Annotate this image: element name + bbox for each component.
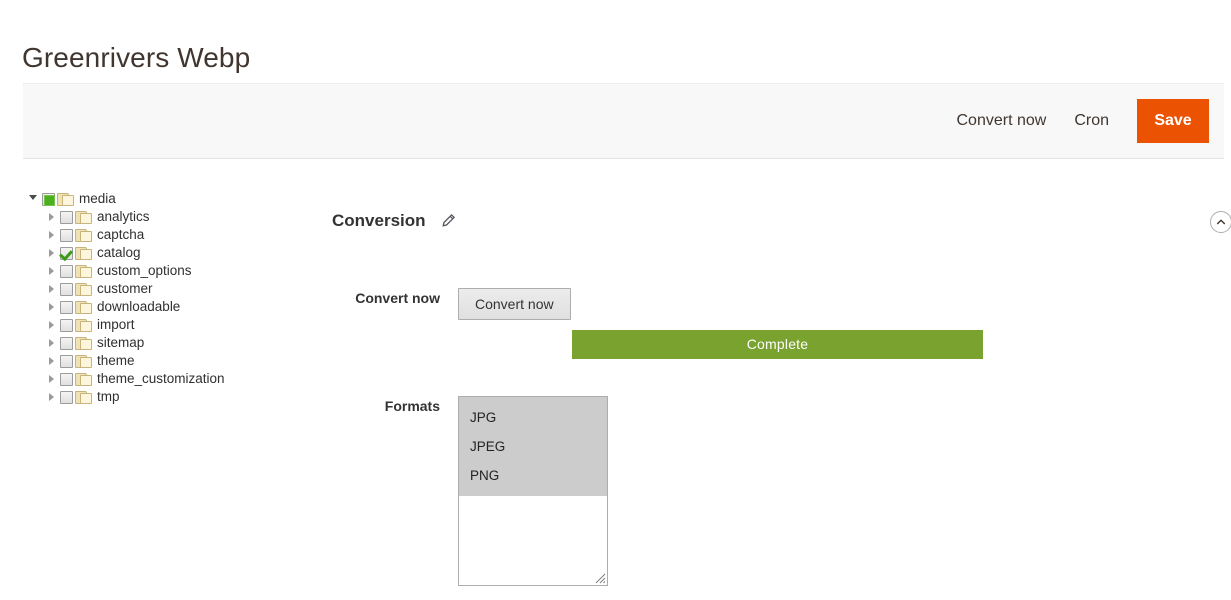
cron-button[interactable]: Cron [1060,111,1123,131]
convert-now-field-row: Convert now Convert now [273,288,571,320]
tree-checkbox[interactable] [60,228,73,242]
page-actions-toolbar: Convert now Cron Save [23,83,1224,159]
folder-icon [75,372,93,387]
formats-field-row: Formats JPG JPEG PNG [273,396,608,586]
tree-node-label: import [97,317,135,332]
formats-option-jpeg[interactable]: JPEG [459,432,607,461]
expand-arrow-icon[interactable] [44,353,60,369]
tree-node-captcha[interactable]: captcha [22,226,312,244]
expand-arrow-icon[interactable] [44,209,60,225]
formats-option-png[interactable]: PNG [459,461,607,490]
folder-icon [75,318,93,333]
formats-multiselect[interactable]: JPG JPEG PNG [458,396,608,586]
tree-node-label: sitemap [97,335,145,350]
tree-node-label: theme_customization [97,371,225,386]
tree-checkbox[interactable] [60,300,73,314]
section-title: Conversion [332,211,426,230]
folder-icon [75,282,93,297]
folder-icon [75,390,93,405]
tree-node-label: catalog [97,245,141,260]
tree-node-label: analytics [97,209,150,224]
pencil-icon[interactable] [440,213,456,229]
tree-node-label: custom_options [97,263,192,278]
tree-node-label: theme [97,353,135,368]
tree-node-label: media [79,191,116,206]
tree-checkbox[interactable] [60,246,73,260]
expand-arrow-icon[interactable] [44,335,60,351]
tree-node-tmp[interactable]: tmp [22,388,312,406]
tree-node-downloadable[interactable]: downloadable [22,298,312,316]
expand-arrow-icon[interactable] [44,389,60,405]
tree-node-analytics[interactable]: analytics [22,208,312,226]
tree-node-label: captcha [97,227,145,242]
tree-checkbox[interactable] [60,390,73,404]
tree-checkbox[interactable] [60,282,73,296]
tree-checkbox[interactable] [60,264,73,278]
expand-arrow-icon[interactable] [44,227,60,243]
tree-node-media[interactable]: media [22,190,312,208]
conversion-section: Conversion [332,205,1231,237]
directory-tree[interactable]: media analytics captcha catalog custom_o… [22,190,312,406]
tree-node-custom-options[interactable]: custom_options [22,262,312,280]
folder-icon [75,246,93,261]
tree-checkbox[interactable] [60,336,73,350]
folder-icon [57,192,75,207]
tree-node-import[interactable]: import [22,316,312,334]
tree-checkbox[interactable] [42,192,55,206]
formats-option-jpg[interactable]: JPG [459,403,607,432]
expand-arrow-icon[interactable] [44,281,60,297]
tree-node-label: tmp [97,389,120,404]
save-button[interactable]: Save [1137,99,1209,143]
tree-node-catalog[interactable]: catalog [22,244,312,262]
expand-arrow-icon[interactable] [44,317,60,333]
convert-now-toolbar-button[interactable]: Convert now [942,111,1060,131]
convert-now-label: Convert now [355,290,440,306]
expand-arrow-icon[interactable] [44,371,60,387]
tree-node-theme-customization[interactable]: theme_customization [22,370,312,388]
tree-checkbox[interactable] [60,318,73,332]
expand-arrow-icon[interactable] [44,263,60,279]
folder-icon [75,300,93,315]
collapse-section-button[interactable] [1210,211,1231,233]
admin-page: Greenrivers Webp Convert now Cron Save m… [0,0,1231,600]
resize-handle-icon[interactable] [592,570,606,584]
convert-now-button[interactable]: Convert now [458,288,571,320]
formats-selected-group: JPG JPEG PNG [459,397,607,496]
folder-icon [75,336,93,351]
tree-node-label: customer [97,281,153,296]
tree-node-customer[interactable]: customer [22,280,312,298]
expand-arrow-icon[interactable] [26,191,42,207]
tree-checkbox[interactable] [60,372,73,386]
chevron-up-icon [1216,219,1226,225]
formats-label: Formats [384,398,440,414]
tree-checkbox[interactable] [60,354,73,368]
folder-icon [75,210,93,225]
section-header[interactable]: Conversion [332,205,1231,237]
tree-node-theme[interactable]: theme [22,352,312,370]
folder-icon [75,354,93,369]
expand-arrow-icon[interactable] [44,245,60,261]
folder-icon [75,228,93,243]
conversion-status-bar: Complete [572,330,983,359]
page-title: Greenrivers Webp [22,41,251,73]
expand-arrow-icon[interactable] [44,299,60,315]
tree-checkbox[interactable] [60,210,73,224]
tree-node-label: downloadable [97,299,181,314]
folder-icon [75,264,93,279]
tree-node-sitemap[interactable]: sitemap [22,334,312,352]
